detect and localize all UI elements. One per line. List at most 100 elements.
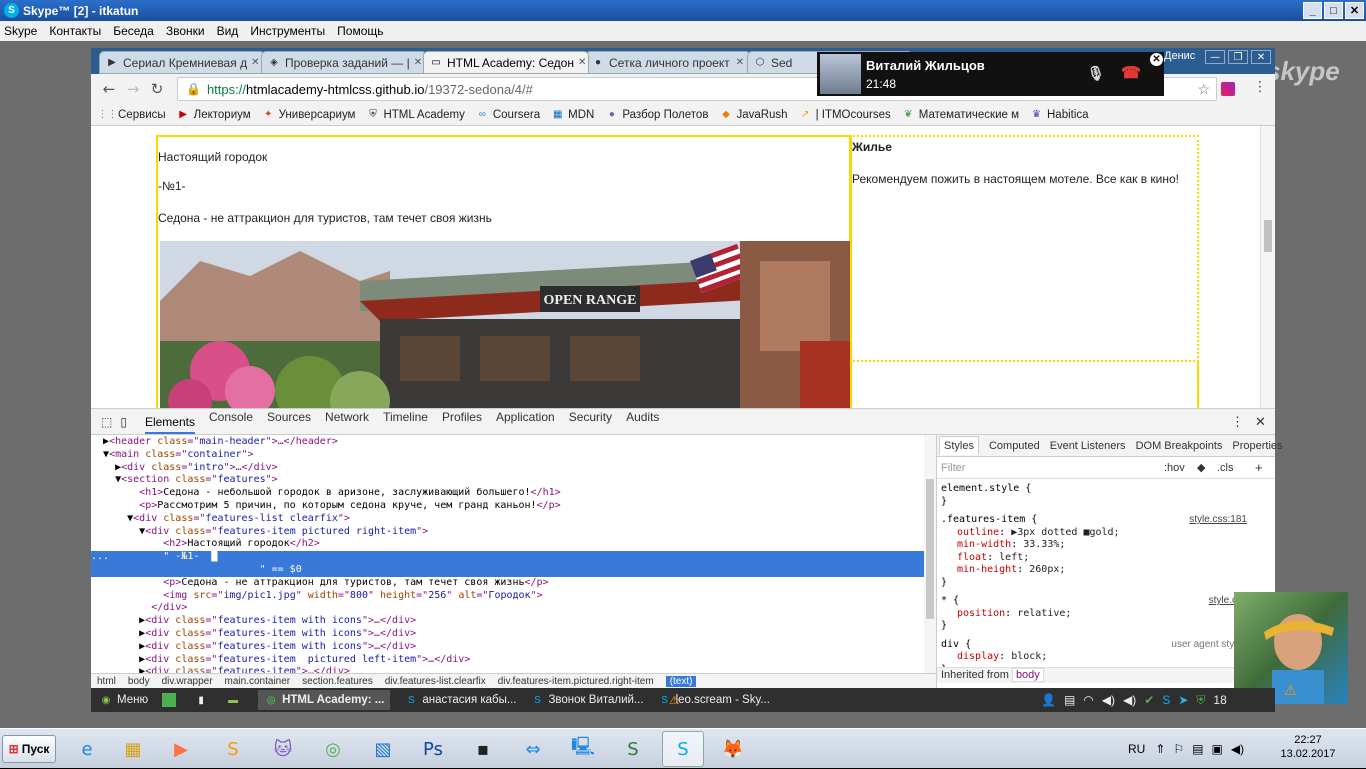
tab-close-icon[interactable]: ✕ xyxy=(574,57,586,68)
tab-1[interactable]: ▶ Сериал Кремниевая д ✕ xyxy=(99,51,265,74)
tray-arrow-icon[interactable]: ⇑ xyxy=(1155,742,1165,756)
filter-input[interactable]: Filter xyxy=(941,462,965,474)
tab-4[interactable]: ● Сетка личного проект ✕ xyxy=(585,51,751,74)
sound-icon[interactable]: ◀) xyxy=(1123,693,1136,708)
breadcrumb-item[interactable]: section.features xyxy=(302,676,373,687)
style-declaration[interactable]: display: block; xyxy=(941,651,1261,664)
panel-window-1[interactable]: ◎ HTML Academy: ... xyxy=(258,690,391,710)
chrome-minimize-button[interactable]: — xyxy=(1205,50,1225,64)
devtools-tab-network[interactable]: Network xyxy=(325,410,369,434)
check-icon[interactable]: ✔ xyxy=(1144,693,1154,708)
devices-tray-icon[interactable]: ▤ xyxy=(1192,742,1203,756)
styles-tab[interactable]: Properties xyxy=(1232,440,1282,452)
ie-icon[interactable]: e xyxy=(66,731,108,767)
bookmark-item[interactable]: ✦ Универсариум xyxy=(262,108,356,121)
dom-node[interactable]: ▶<div class="features-item with icons">…… xyxy=(91,628,924,641)
dom-node[interactable]: ▼<section class="features"> xyxy=(91,474,924,487)
dom-node[interactable]: <p>Рассмотрим 5 причин, по которым седон… xyxy=(91,500,924,513)
devtools-tab-timeline[interactable]: Timeline xyxy=(383,410,428,434)
skype-menu-item[interactable]: Звонки xyxy=(166,24,205,38)
styles-filter[interactable]: Filter :hov ◆ .cls + xyxy=(937,457,1275,479)
files-icon[interactable]: ▬ xyxy=(226,693,244,707)
skype-tray-icon[interactable]: S xyxy=(1162,693,1170,708)
bookmark-item[interactable]: ⛨ HTML Academy xyxy=(366,108,465,121)
devtools-tab-profiles[interactable]: Profiles xyxy=(442,410,482,434)
page-scrollbar[interactable] xyxy=(1260,126,1275,408)
profile-name[interactable]: Денис xyxy=(1164,50,1195,62)
github-desktop-icon[interactable]: 🐱 xyxy=(262,731,304,767)
minimize-button[interactable]: _ xyxy=(1303,2,1322,19)
flag-icon[interactable]: ▤ xyxy=(1064,693,1075,708)
skype-menu-item[interactable]: Вид xyxy=(217,24,239,38)
breadcrumb-item[interactable]: (text) xyxy=(665,676,697,687)
dom-node[interactable]: <p>Седона - не аттракцион для туристов, … xyxy=(91,577,924,590)
devtools-tab-security[interactable]: Security xyxy=(569,410,612,434)
style-declaration[interactable]: min-width: 33.33%; xyxy=(941,539,1261,552)
hov-toggle[interactable]: :hov xyxy=(1164,462,1185,474)
flag-tray-icon[interactable]: ⚐ xyxy=(1173,742,1184,756)
shield-tray-icon[interactable]: ⛨ xyxy=(1196,693,1205,708)
devtools-tab-sources[interactable]: Sources xyxy=(267,410,311,434)
cls-toggle[interactable]: .cls xyxy=(1217,462,1234,474)
skype-menu-item[interactable]: Помощь xyxy=(337,24,383,38)
breadcrumb-item[interactable]: div.features-list.clearfix xyxy=(385,676,486,687)
reload-icon[interactable]: ↻ xyxy=(145,80,169,98)
devtools-tab-console[interactable]: Console xyxy=(209,410,253,434)
cmd-icon[interactable]: ▪ xyxy=(462,731,504,767)
device-mode-icon[interactable]: ▯ xyxy=(120,415,127,429)
bookmark-item[interactable]: ● Разбор Полетов xyxy=(605,108,709,121)
dom-node[interactable]: ▶<div class="intro">…</div> xyxy=(91,462,924,475)
chrome-taskbar-icon[interactable]: ◎ xyxy=(312,731,354,767)
panel-window-3[interactable]: S Звонок Виталий... xyxy=(530,690,643,710)
devtools-close-icon[interactable]: ✕ xyxy=(1255,414,1266,430)
volume-icon[interactable]: ◀) xyxy=(1102,693,1115,708)
tab-close-icon[interactable]: ✕ xyxy=(247,57,259,68)
style-declaration[interactable]: position: relative; xyxy=(941,608,1261,621)
chrome-close-button[interactable]: ✕ xyxy=(1251,50,1271,64)
breadcrumb-item[interactable]: div.wrapper xyxy=(162,676,213,687)
extension-icon[interactable] xyxy=(1221,82,1235,96)
dom-node[interactable]: ▼<div class="features-item pictured righ… xyxy=(91,526,924,539)
telegram-icon[interactable]: ➤ xyxy=(1178,693,1188,708)
bookmark-item[interactable]: ↗ | ITMOcourses xyxy=(799,108,891,121)
style-declaration[interactable]: min-height: 260px; xyxy=(941,564,1261,577)
bookmark-item[interactable]: ♛ Habitica xyxy=(1030,108,1089,121)
styles-tab[interactable]: DOM Breakpoints xyxy=(1136,440,1223,452)
skype-taskbar-icon[interactable]: S xyxy=(662,731,704,767)
scrollbar-thumb[interactable] xyxy=(1264,220,1272,252)
bookmark-item[interactable]: ⋮⋮ Сервисы xyxy=(98,108,166,121)
inspect-icon[interactable]: ⬚ xyxy=(101,415,112,429)
chrome-menu-icon[interactable]: ⋮ xyxy=(1253,79,1267,95)
microphone-icon[interactable]: 🎙 xyxy=(1087,65,1105,82)
breadcrumb-item[interactable]: html xyxy=(97,676,116,687)
teamviewer-icon[interactable]: ⇔ xyxy=(512,731,554,767)
back-icon[interactable]: ← xyxy=(97,80,121,98)
devtools-tab-audits[interactable]: Audits xyxy=(626,410,659,434)
breadcrumb-item[interactable]: div.features-item.pictured.right-item xyxy=(498,676,654,687)
dom-node[interactable]: <img src="img/pic1.jpg" width="800" heig… xyxy=(91,590,924,603)
close-call-popup-icon[interactable]: ✕ xyxy=(1150,53,1163,66)
dom-node[interactable]: </div> xyxy=(91,602,924,615)
firefox-icon[interactable]: 🦊 xyxy=(712,731,754,767)
skype-menu-item[interactable]: Контакты xyxy=(49,24,101,38)
bookmark-item[interactable]: ∞ Coursera xyxy=(476,108,540,121)
start-button[interactable]: ⊞ Пуск xyxy=(2,735,56,763)
maximize-button[interactable]: □ xyxy=(1324,2,1343,19)
style-declaration[interactable]: float: left; xyxy=(941,552,1261,565)
user-icon[interactable]: 👤 xyxy=(1041,693,1056,708)
dom-node[interactable]: ▼<div class="features-list clearfix"> xyxy=(91,513,924,526)
volume-tray-icon[interactable]: ◀) xyxy=(1231,742,1244,756)
dom-node[interactable]: ▶<div class="features-item with icons">…… xyxy=(91,615,924,628)
styles-tab[interactable]: Styles xyxy=(939,436,979,455)
dom-tree-scrollbar[interactable] xyxy=(924,435,936,673)
rule-source[interactable]: style.css:181 xyxy=(1189,514,1247,527)
wifi-icon[interactable]: ◠ xyxy=(1083,693,1093,708)
bookmark-item[interactable]: ❦ Математические м xyxy=(902,108,1019,121)
bookmark-item[interactable]: ▶ Лекториум xyxy=(177,108,250,121)
dom-node[interactable]: <h1>Седона - небольшой городок в аризоне… xyxy=(91,487,924,500)
devtools-menu-icon[interactable]: ⋮ xyxy=(1231,414,1244,430)
linux-menu-button[interactable]: ◉ Меню xyxy=(99,693,148,707)
tab-3[interactable]: ▭ HTML Academy: Седон ✕ xyxy=(423,51,589,74)
explorer-icon[interactable]: ▦ xyxy=(112,731,154,767)
clock[interactable]: 22:27 13.02.2017 xyxy=(1278,733,1338,761)
